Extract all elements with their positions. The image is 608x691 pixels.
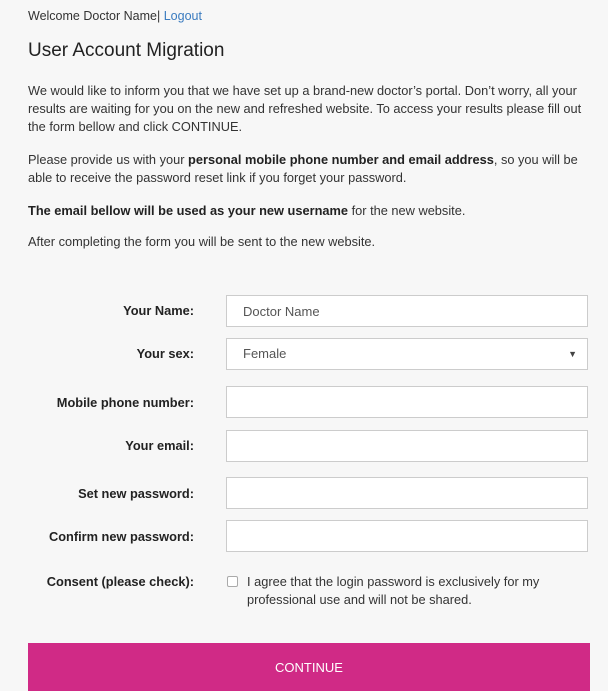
- contact-info-prefix: Please provide us with your: [28, 152, 189, 167]
- consent-text: I agree that the login password is exclu…: [247, 574, 540, 607]
- password-label: Set new password:: [78, 486, 194, 501]
- welcome-bar: Welcome Doctor Name| Logout: [28, 9, 202, 23]
- email-label: Your email:: [125, 438, 194, 453]
- name-field[interactable]: [226, 295, 588, 327]
- sex-selected-value: Female: [243, 346, 287, 361]
- intro-paragraph: We would like to inform you that we have…: [28, 83, 582, 134]
- username-emphasis: The email bellow will be used as your ne…: [28, 203, 349, 218]
- chevron-down-icon: ▼: [568, 349, 577, 359]
- contact-info-paragraph: Please provide us with your personal mob…: [28, 151, 588, 187]
- logout-link[interactable]: Logout: [164, 9, 202, 23]
- continue-button[interactable]: CONTINUE: [28, 643, 590, 691]
- new-password-field[interactable]: [226, 477, 588, 509]
- welcome-text: Welcome Doctor Name|: [28, 9, 161, 23]
- mobile-phone-field[interactable]: [226, 386, 588, 418]
- username-paragraph: The email bellow will be used as your ne…: [28, 202, 588, 220]
- consent-label: Consent (please check):: [46, 574, 194, 589]
- sex-label: Your sex:: [136, 346, 194, 361]
- consent-checkbox[interactable]: [227, 576, 238, 587]
- mobile-label: Mobile phone number:: [56, 395, 194, 410]
- page-title: User Account Migration: [28, 40, 225, 61]
- email-field[interactable]: [226, 430, 588, 462]
- confirm-password-field[interactable]: [226, 520, 588, 552]
- username-suffix: for the new website.: [348, 203, 466, 218]
- page: Welcome Doctor Name| Logout User Account…: [0, 0, 608, 691]
- confirm-password-label: Confirm new password:: [48, 529, 194, 544]
- redirect-paragraph: After completing the form you will be se…: [28, 234, 376, 249]
- sex-select[interactable]: Female ▼: [226, 338, 588, 370]
- contact-info-emphasis: personal mobile phone number and email a…: [188, 152, 494, 167]
- name-label: Your Name:: [123, 303, 194, 318]
